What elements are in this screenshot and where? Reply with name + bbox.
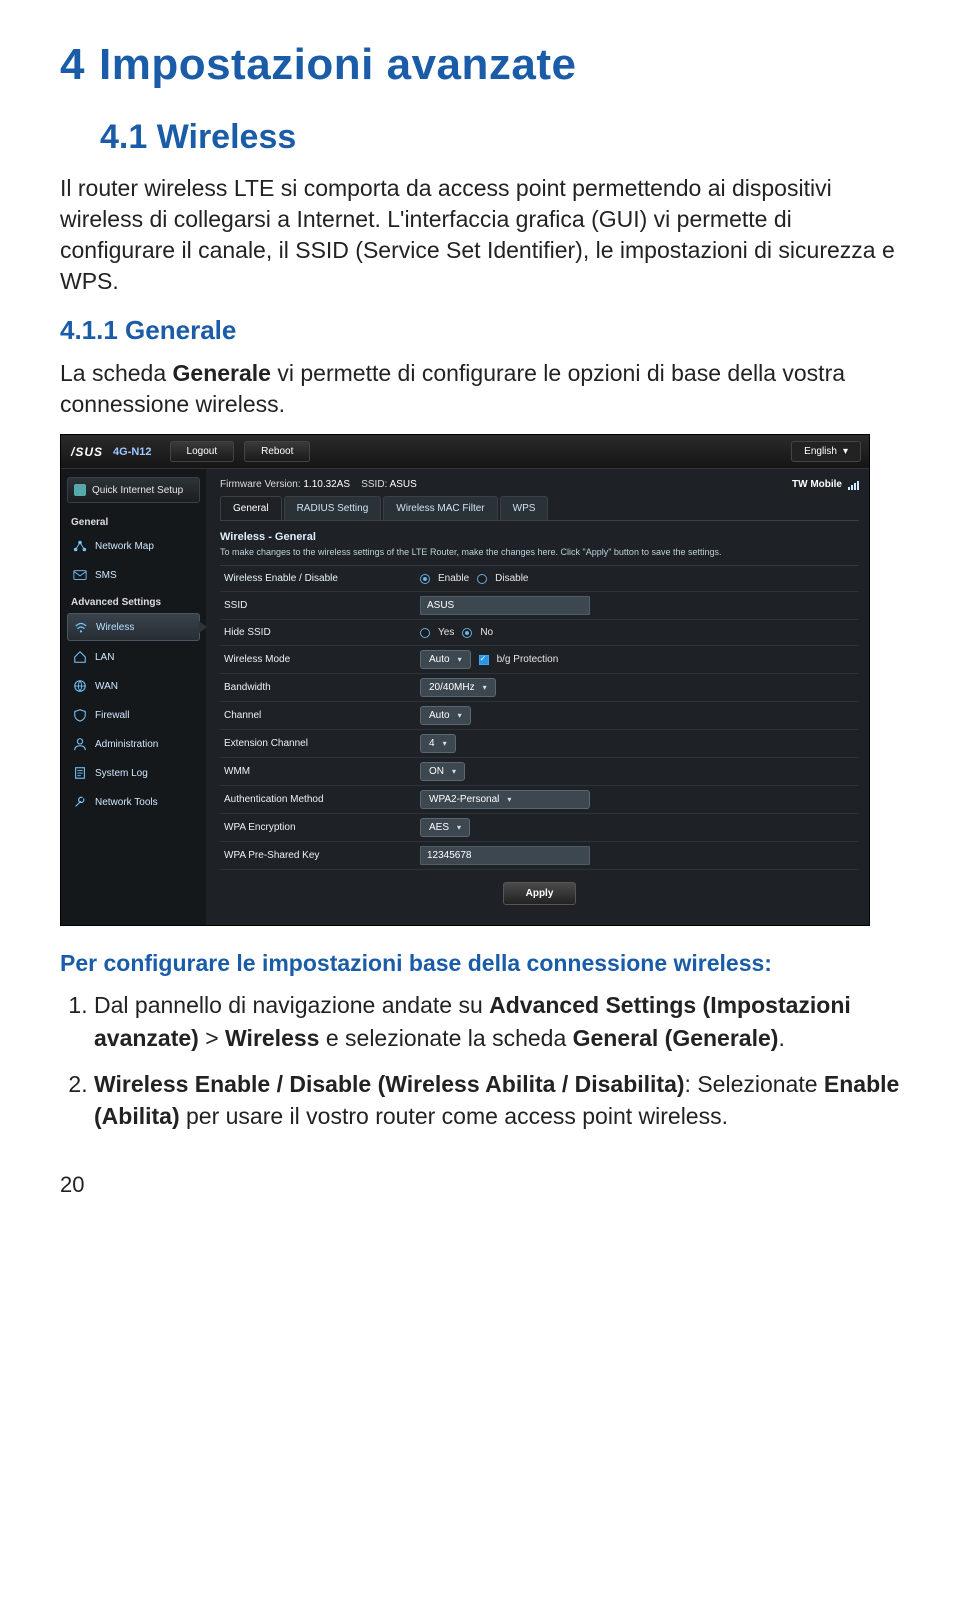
subsection-title: 4.1.1 Generale [60, 315, 900, 346]
page-number: 20 [60, 1172, 900, 1198]
ext-channel-select[interactable]: 4▾ [420, 734, 456, 753]
panel-description: To make changes to the wireless settings… [220, 547, 859, 566]
sidebar-section-general: General [65, 511, 202, 530]
channel-select[interactable]: Auto▾ [420, 706, 471, 725]
chapter-number: 4 [60, 40, 85, 90]
chevron-down-icon: ▾ [843, 446, 848, 457]
row-bandwidth: Bandwidth 20/40MHz▾ [220, 674, 859, 702]
chapter-text: Impostazioni avanzate [99, 40, 577, 89]
chevron-down-icon: ▾ [507, 795, 511, 804]
row-wpa-psk: WPA Pre-Shared Key [220, 842, 859, 870]
logout-button[interactable]: Logout [170, 441, 235, 462]
sidebar-item-network-map[interactable]: Network Map [67, 533, 200, 559]
chevron-down-icon: ▾ [483, 683, 487, 692]
chevron-down-icon: ▾ [443, 739, 447, 748]
sidebar-section-advanced: Advanced Settings [65, 591, 202, 610]
model-label: 4G-N12 [113, 446, 170, 458]
radio-enable[interactable] [420, 574, 430, 584]
wmm-select[interactable]: ON▾ [420, 762, 465, 781]
sidebar-item-quick-internet-setup[interactable]: Quick Internet Setup [67, 477, 200, 503]
row-extension-channel: Extension Channel 4▾ [220, 730, 859, 758]
radio-disable[interactable] [477, 574, 487, 584]
bandwidth-select[interactable]: 20/40MHz▾ [420, 678, 496, 697]
sidebar-item-sms[interactable]: SMS [67, 562, 200, 588]
reboot-button[interactable]: Reboot [244, 441, 310, 462]
tab-bar: General RADIUS Setting Wireless MAC Filt… [220, 496, 859, 521]
auth-method-select[interactable]: WPA2-Personal▾ [420, 790, 590, 809]
row-hide-ssid: Hide SSID Yes No [220, 620, 859, 646]
language-selector[interactable]: English ▾ [791, 441, 861, 462]
chevron-down-icon: ▾ [452, 767, 456, 776]
globe-icon [73, 679, 87, 693]
steps-heading: Per configurare le impostazioni base del… [60, 948, 900, 979]
operator-indicator: TW Mobile [792, 479, 859, 490]
ssid-input[interactable] [420, 596, 590, 615]
user-icon [73, 737, 87, 751]
sidebar-item-wan[interactable]: WAN [67, 673, 200, 699]
row-auth-method: Authentication Method WPA2-Personal▾ [220, 786, 859, 814]
firmware-info: Firmware Version: 1.10.32AS SSID: ASUS [220, 479, 417, 490]
sidebar-item-network-tools[interactable]: Network Tools [67, 789, 200, 815]
tools-icon [73, 795, 87, 809]
row-wireless-mode: Wireless Mode Auto▾ b/g Protection [220, 646, 859, 674]
tab-wps[interactable]: WPS [500, 496, 549, 520]
wireless-mode-select[interactable]: Auto▾ [420, 650, 471, 669]
sidebar-item-system-log[interactable]: System Log [67, 760, 200, 786]
wpa-enc-select[interactable]: AES▾ [420, 818, 470, 837]
home-icon [73, 650, 87, 664]
sidebar: Quick Internet Setup General Network Map… [61, 469, 206, 925]
tab-radius[interactable]: RADIUS Setting [284, 496, 382, 520]
apply-button[interactable]: Apply [503, 882, 577, 905]
brand-logo: /SUS [61, 445, 113, 459]
signal-icon [848, 480, 859, 490]
chevron-down-icon: ▾ [458, 711, 462, 720]
bg-protection-checkbox[interactable] [479, 655, 489, 665]
psk-input[interactable] [420, 846, 590, 865]
sidebar-item-administration[interactable]: Administration [67, 731, 200, 757]
sidebar-item-lan[interactable]: LAN [67, 644, 200, 670]
chevron-down-icon: ▾ [458, 655, 462, 664]
section-title: 4.1 Wireless [100, 118, 900, 157]
subsection-intro: La scheda Generale vi permette di config… [60, 358, 900, 420]
radio-hide-yes[interactable] [420, 628, 430, 638]
wifi-icon [74, 620, 88, 634]
network-icon [73, 539, 87, 553]
row-wireless-enable: Wireless Enable / Disable Enable Disable [220, 566, 859, 592]
shield-icon [73, 708, 87, 722]
sidebar-item-firewall[interactable]: Firewall [67, 702, 200, 728]
router-admin-screenshot: /SUS 4G-N12 Logout Reboot English ▾ Quic… [60, 434, 870, 926]
qis-icon [74, 484, 86, 496]
settings-table: Wireless Enable / Disable Enable Disable… [220, 566, 859, 870]
tab-general[interactable]: General [220, 496, 282, 520]
row-wpa-encryption: WPA Encryption AES▾ [220, 814, 859, 842]
step-1: Dal pannello di navigazione andate su Ad… [94, 989, 900, 1053]
router-main-panel: Firmware Version: 1.10.32AS SSID: ASUS T… [206, 469, 869, 925]
radio-hide-no[interactable] [462, 628, 472, 638]
chevron-down-icon: ▾ [457, 823, 461, 832]
panel-title: Wireless - General [220, 521, 859, 547]
steps-list: Dal pannello di navigazione andate su Ad… [60, 989, 900, 1132]
step-2: Wireless Enable / Disable (Wireless Abil… [94, 1068, 900, 1132]
sidebar-item-wireless[interactable]: Wireless [67, 613, 200, 641]
chapter-title: 4 Impostazioni avanzate [60, 40, 900, 90]
envelope-icon [73, 568, 87, 582]
row-wmm: WMM ON▾ [220, 758, 859, 786]
row-channel: Channel Auto▾ [220, 702, 859, 730]
section-intro: Il router wireless LTE si comporta da ac… [60, 173, 900, 297]
row-ssid: SSID [220, 592, 859, 620]
router-topbar: /SUS 4G-N12 Logout Reboot English ▾ [61, 435, 869, 469]
log-icon [73, 766, 87, 780]
tab-mac-filter[interactable]: Wireless MAC Filter [383, 496, 497, 520]
